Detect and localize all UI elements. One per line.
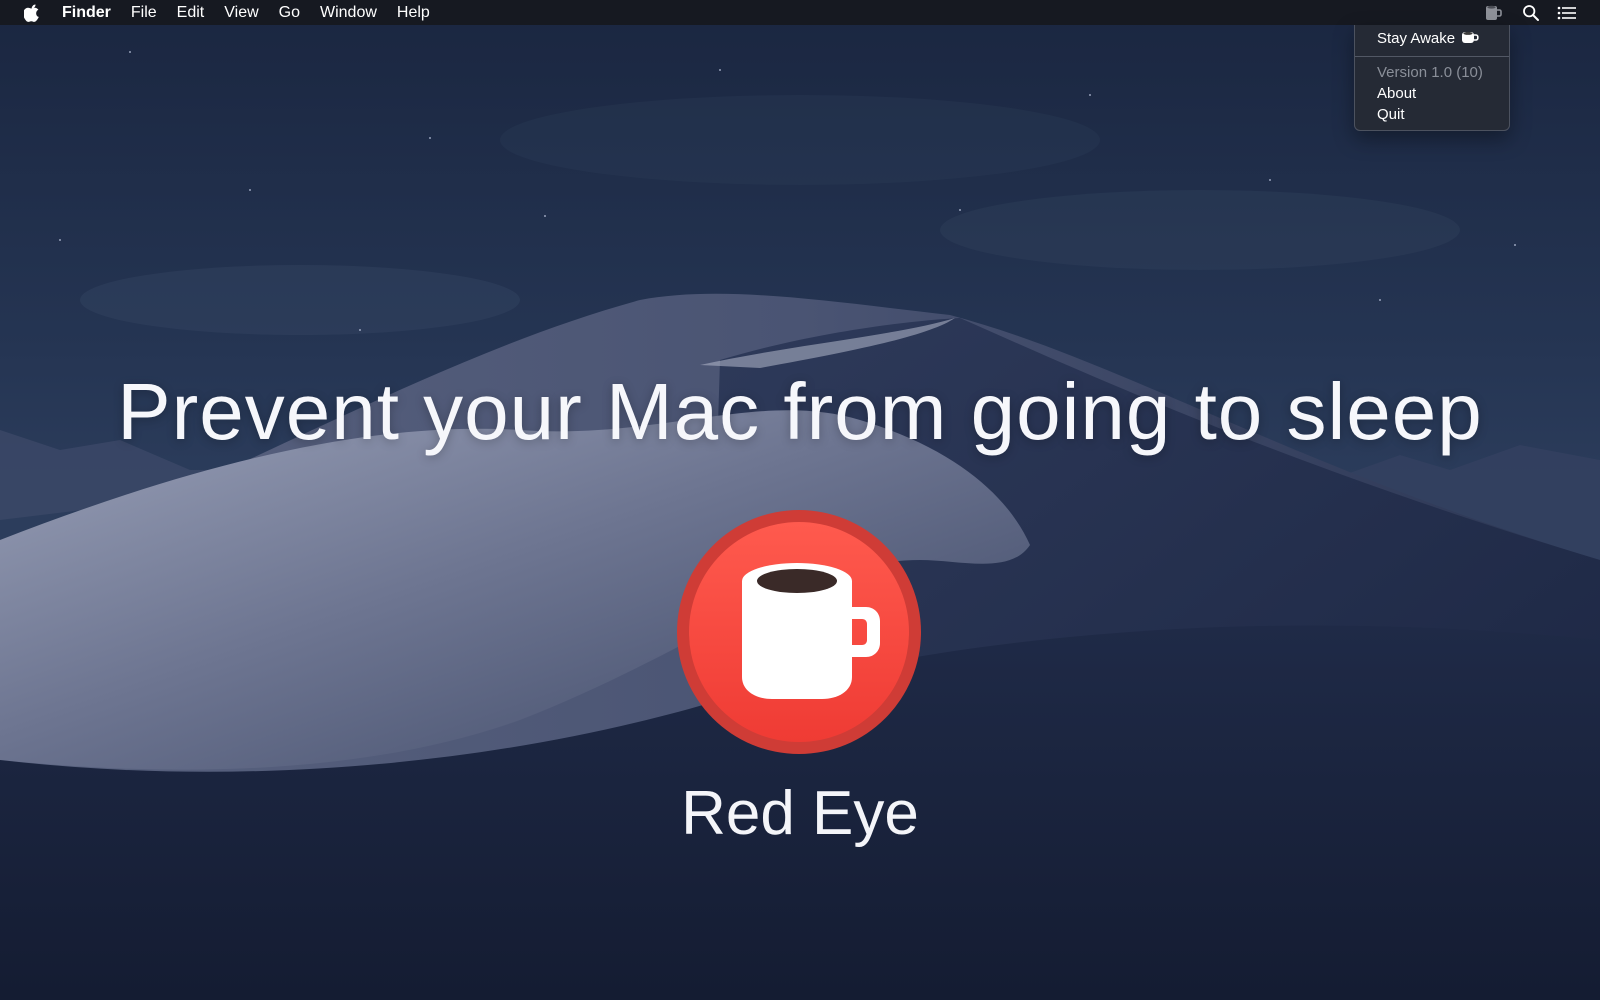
menu-help[interactable]: Help — [397, 0, 430, 25]
coffee-cup-status-icon[interactable] — [1482, 2, 1504, 24]
menu-bar: Finder File Edit View Go Window Help — [0, 0, 1600, 25]
search-icon[interactable] — [1520, 2, 1542, 24]
about-menu-item[interactable]: About — [1377, 84, 1416, 104]
coffee-cup-icon — [1460, 30, 1480, 52]
app-name: Red Eye — [681, 779, 919, 848]
quit-menu-item[interactable]: Quit — [1377, 105, 1405, 125]
stay-awake-label: Stay Awake — [1377, 30, 1456, 47]
apple-logo-icon[interactable] — [22, 3, 42, 23]
stay-awake-menu-item[interactable]: Stay Awake — [1377, 29, 1480, 52]
menu-edit[interactable]: Edit — [177, 0, 205, 25]
menu-app-finder[interactable]: Finder — [62, 0, 111, 25]
menu-separator — [1355, 56, 1509, 57]
menu-window[interactable]: Window — [320, 0, 377, 25]
coffee-mug-icon — [677, 510, 921, 754]
desktop: Finder File Edit View Go Window Help Sta… — [0, 0, 1600, 1000]
headline: Prevent your Mac from going to sleep — [117, 367, 1483, 456]
version-label: Version 1.0 (10) — [1377, 64, 1483, 81]
status-area — [1482, 0, 1600, 25]
list-icon[interactable] — [1556, 2, 1578, 24]
red-eye-status-menu: Stay Awake Version 1.0 (10) About Quit — [1354, 25, 1510, 131]
menu-go[interactable]: Go — [279, 0, 300, 25]
menu-view[interactable]: View — [224, 0, 258, 25]
menu-file[interactable]: File — [131, 0, 157, 25]
